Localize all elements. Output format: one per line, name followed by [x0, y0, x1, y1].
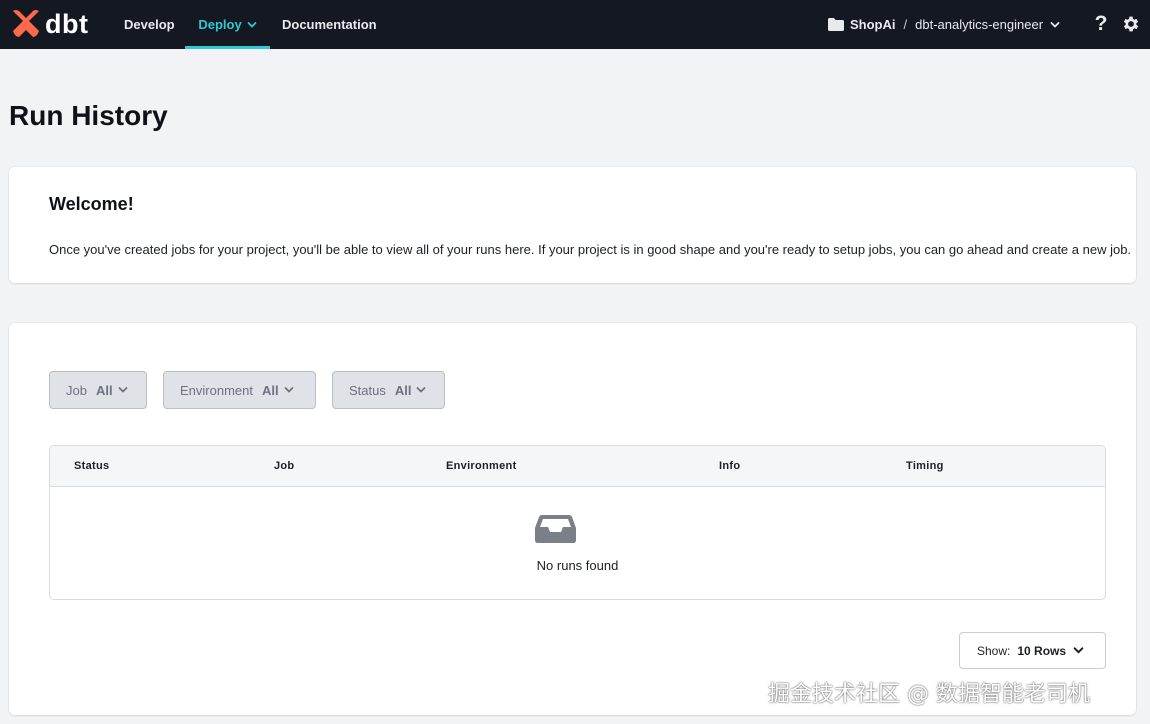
nav-documentation[interactable]: Documentation — [282, 0, 377, 49]
job-filter-label: Job — [66, 382, 87, 398]
environment-filter-value: All — [261, 382, 279, 398]
job-filter-value: All — [95, 382, 113, 398]
column-header-info[interactable]: Info — [719, 460, 740, 472]
chevron-down-icon — [1050, 21, 1060, 28]
inbox-icon — [535, 515, 576, 543]
table-header: Status Job Environment Info Timing — [50, 446, 1105, 487]
logo-text: dbt — [45, 8, 89, 39]
environment-filter-label: Environment — [180, 382, 253, 398]
column-header-environment[interactable]: Environment — [446, 460, 517, 472]
welcome-text: Once you've created jobs for your projec… — [49, 242, 1132, 257]
column-header-job[interactable]: Job — [274, 460, 294, 472]
run-history-card: Job All Environment All Status All Statu… — [9, 323, 1136, 715]
nav-develop[interactable]: Develop — [124, 0, 175, 49]
column-header-status[interactable]: Status — [74, 460, 109, 472]
nav-deploy-label: Deploy — [198, 17, 242, 32]
status-filter-label: Status — [349, 382, 386, 398]
folder-icon — [828, 18, 844, 31]
runs-table: Status Job Environment Info Timing No ru… — [49, 445, 1106, 600]
job-filter-button[interactable]: Job All — [49, 371, 147, 409]
dbt-logo[interactable]: dbt — [10, 8, 88, 40]
gear-icon[interactable] — [1121, 14, 1141, 34]
page-title: Run History — [9, 100, 168, 131]
help-icon[interactable]: ? — [1091, 12, 1111, 35]
rows-per-page-value: 10 Rows — [1017, 643, 1067, 658]
empty-state-text: No runs found — [536, 558, 619, 573]
status-filter-button[interactable]: Status All — [332, 371, 445, 409]
welcome-card: Welcome! Once you've created jobs for yo… — [9, 167, 1136, 283]
chevron-down-icon — [1073, 647, 1084, 654]
column-header-timing[interactable]: Timing — [906, 460, 944, 472]
top-nav: dbt Develop Deploy Documentation ShopAi … — [0, 0, 1150, 49]
nav-deploy[interactable]: Deploy — [185, 0, 270, 49]
environment-filter-button[interactable]: Environment All — [163, 371, 316, 409]
project-name: dbt-analytics-engineer — [915, 17, 1044, 32]
status-filter-value: All — [394, 382, 412, 398]
chevron-down-icon — [417, 387, 426, 393]
account-name: ShopAi — [850, 17, 896, 32]
watermark: 掘金技术社区 @ 数据智能老司机 — [768, 682, 1090, 707]
chevron-down-icon — [284, 387, 294, 393]
nav-documentation-label: Documentation — [282, 17, 377, 32]
chevron-down-icon — [118, 387, 127, 393]
rows-per-page-select[interactable]: Show: 10 Rows — [959, 632, 1106, 669]
show-label: Show: — [977, 643, 1011, 658]
account-project-switcher[interactable]: ShopAi / dbt-analytics-engineer — [828, 0, 1060, 49]
chevron-down-icon — [247, 21, 257, 28]
welcome-heading: Welcome! — [49, 194, 134, 214]
dbt-logo-icon — [13, 10, 39, 37]
breadcrumb-separator: / — [903, 17, 908, 32]
nav-develop-label: Develop — [124, 17, 175, 32]
